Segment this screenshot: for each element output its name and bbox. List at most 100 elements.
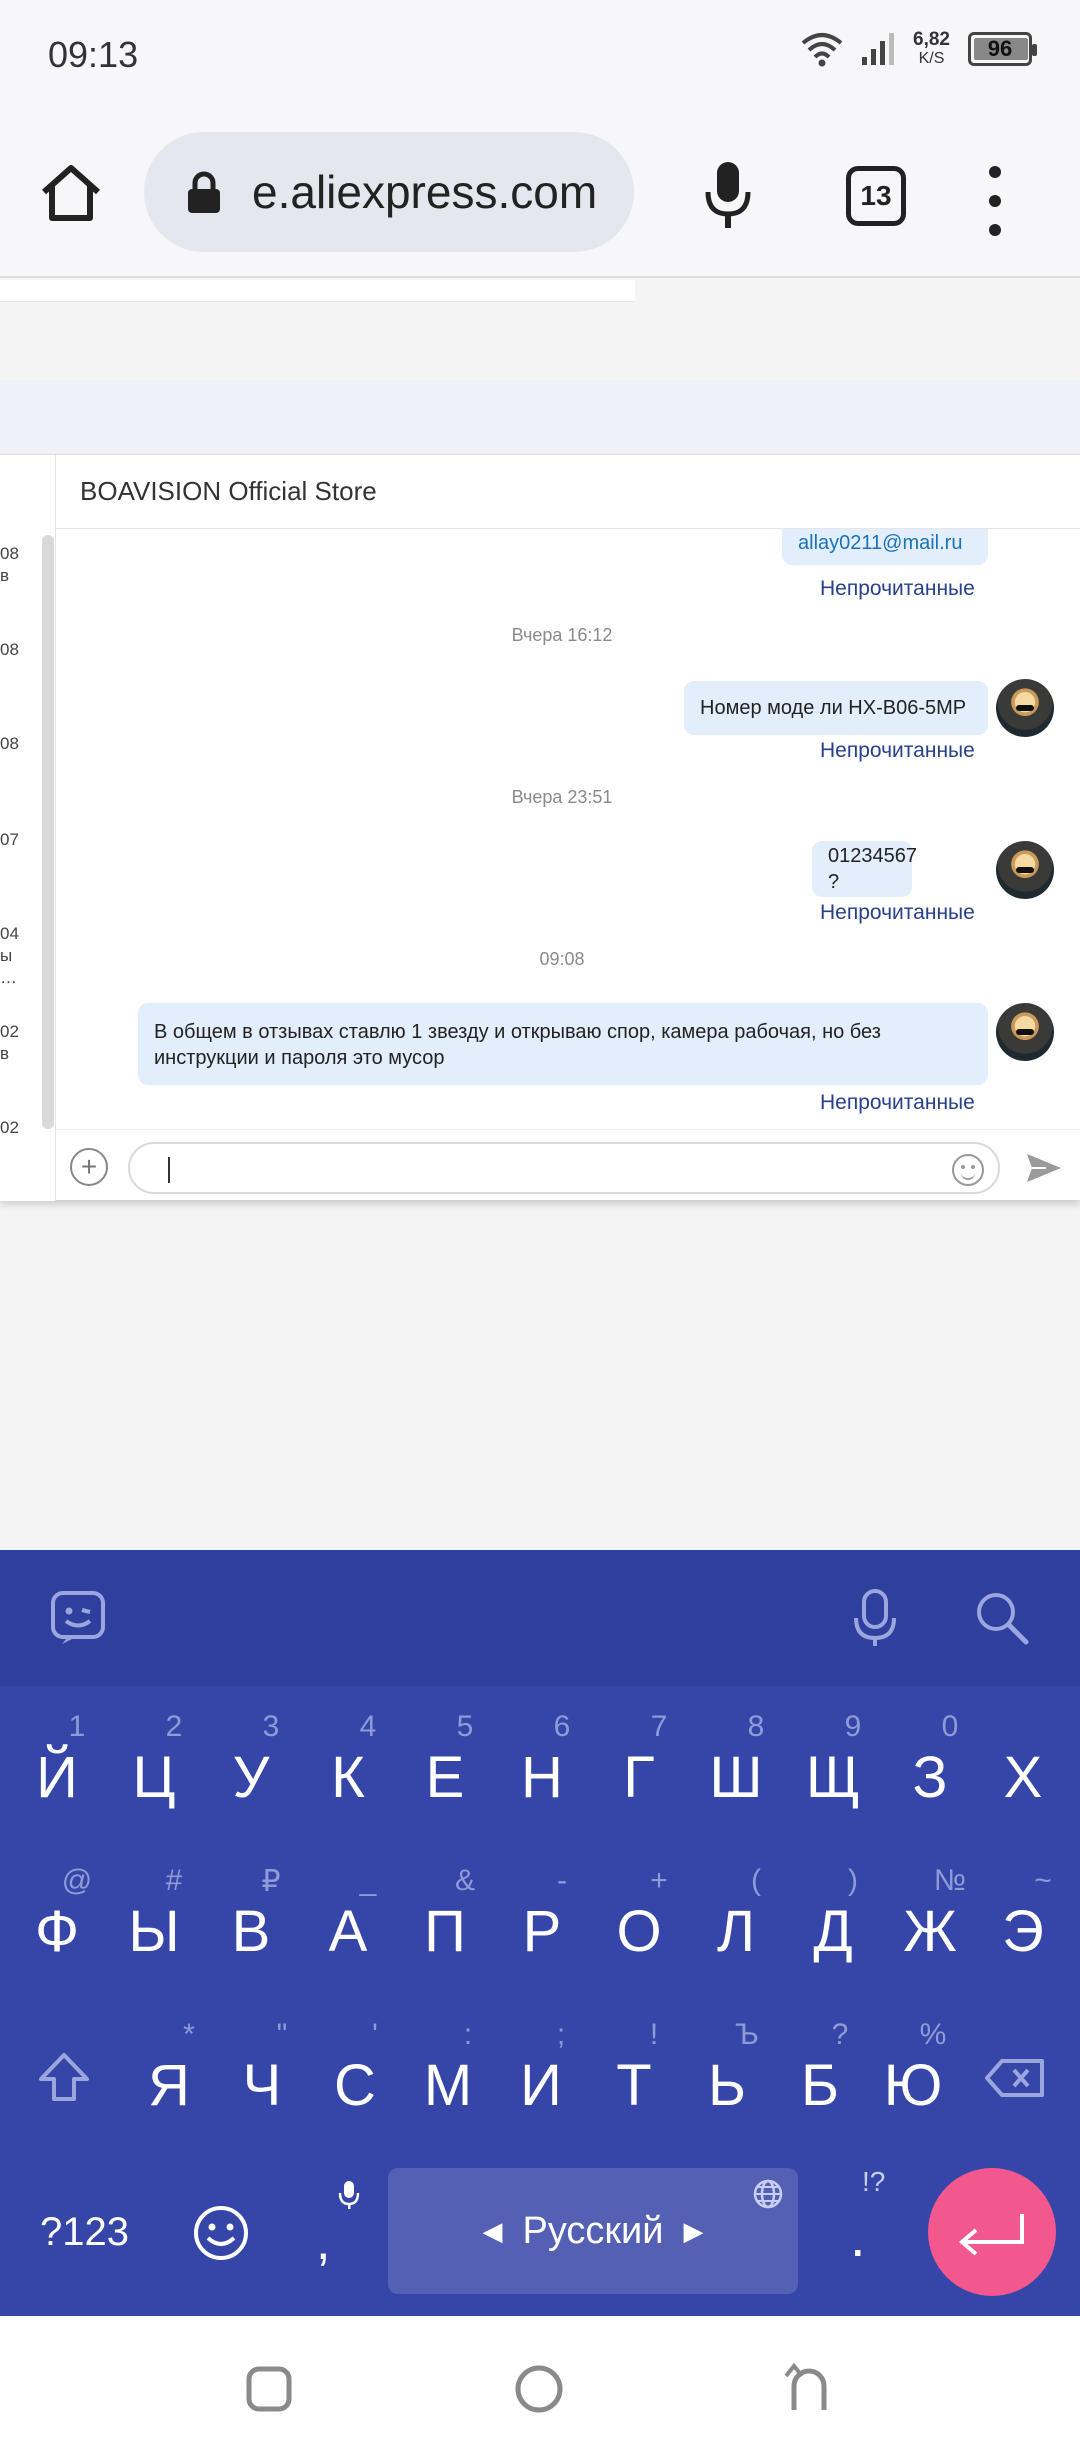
emoji-icon[interactable] <box>952 1154 984 1186</box>
signal-icon <box>862 33 895 65</box>
list-item[interactable]: 04 ы… <box>0 923 19 989</box>
key[interactable]: * Я <box>120 1994 218 2144</box>
key[interactable]: Х <box>974 1686 1072 1836</box>
key[interactable]: ! Т <box>585 1994 683 2144</box>
key[interactable]: # Ы <box>105 1840 203 1990</box>
comma-key[interactable]: , <box>316 2212 330 2272</box>
tabs-icon[interactable]: 13 <box>846 166 906 226</box>
shift-icon[interactable] <box>38 2052 90 2102</box>
list-item[interactable]: 02 в <box>0 1021 19 1065</box>
key[interactable]: ЪЬ <box>678 1994 776 2144</box>
message-input[interactable] <box>128 1142 1000 1194</box>
key[interactable]: ) Д <box>784 1840 882 1990</box>
conversation-list[interactable]: 08 в 08 08 07 04 ы… 02 в 02 <box>0 455 56 1201</box>
battery-icon: 96 <box>968 32 1037 66</box>
key[interactable]: 8Ш <box>687 1686 785 1836</box>
net-speed-unit: K/S <box>918 50 945 67</box>
send-icon[interactable] <box>1024 1148 1064 1188</box>
back-icon[interactable] <box>784 2362 834 2414</box>
home-icon[interactable] <box>38 160 104 226</box>
avatar[interactable] <box>996 1003 1054 1061</box>
sticker-icon[interactable] <box>50 1590 106 1646</box>
key[interactable]: 5Е <box>396 1686 494 1836</box>
key[interactable]: & П <box>396 1840 494 1990</box>
home-circle-icon[interactable] <box>514 2364 564 2414</box>
message-bubble[interactable]: В общем в отзывах ставлю 1 звезду и откр… <box>138 1003 988 1085</box>
key[interactable]: ? Б <box>771 1994 869 2144</box>
key[interactable]: 7Г <box>590 1686 688 1836</box>
mic-icon[interactable] <box>700 160 756 232</box>
lock-icon <box>188 171 220 213</box>
battery-level: 96 <box>987 36 1013 61</box>
list-item[interactable]: 08 <box>0 639 19 661</box>
url-text: e.aliexpress.com <box>252 166 598 218</box>
browser-toolbar: e.aliexpress.com 13 <box>0 110 1080 278</box>
key[interactable]: @ Ф <box>8 1840 106 1990</box>
list-item[interactable]: 02 <box>0 1117 19 1139</box>
key[interactable]: 4К <box>299 1686 397 1836</box>
key[interactable]: № Ж <box>881 1840 979 1990</box>
status-time: 09:13 <box>48 34 139 75</box>
url-bar[interactable]: e.aliexpress.com <box>144 132 634 252</box>
key[interactable]: 3У <box>202 1686 300 1836</box>
key[interactable]: :М <box>399 1994 497 2144</box>
message-list[interactable]: allay0211@mail.ru Непрочитанные Вчера 16… <box>56 529 1080 1129</box>
emoji-key-icon[interactable] <box>192 2204 250 2262</box>
key[interactable]: + О <box>590 1840 688 1990</box>
key[interactable]: _ А <box>299 1840 397 1990</box>
key[interactable]: 1Й <box>8 1686 106 1836</box>
status-icons: 6,82 K/S 96 <box>801 30 1037 68</box>
scrollbar[interactable] <box>42 535 54 1129</box>
key[interactable]: 0З <box>881 1686 979 1836</box>
avatar[interactable] <box>996 841 1054 899</box>
period-sub-label: !? <box>862 2166 886 2197</box>
message-bubble[interactable]: Номер моде ли HX-B06-5MP <box>684 681 988 735</box>
message-bubble[interactable]: allay0211@mail.ru <box>782 529 988 565</box>
symbols-key[interactable]: ?123 <box>40 2210 129 2255</box>
chat-header: BOAVISION Official Store <box>56 455 1080 529</box>
date-separator: Вчера 16:12 <box>511 625 613 645</box>
list-item[interactable]: 07 <box>0 829 19 851</box>
keyboard-toolbar <box>0 1550 1080 1686</box>
key[interactable]: 6Н <box>493 1686 591 1836</box>
more-vert-icon[interactable] <box>980 166 1010 236</box>
key[interactable]: % Ю <box>864 1994 962 2144</box>
read-status: Непрочитанные <box>820 1091 975 1114</box>
backspace-icon[interactable] <box>984 2058 1046 2098</box>
list-item[interactable]: 08 в <box>0 543 19 587</box>
net-speed-value: 6,82 <box>913 29 950 50</box>
date-separator: 09:08 <box>539 949 585 969</box>
page-strip <box>0 280 635 302</box>
key[interactable]: 9Щ <box>784 1686 882 1836</box>
key[interactable]: ~ Э <box>974 1840 1072 1990</box>
key[interactable]: ₽ В <box>202 1840 300 1990</box>
store-name: BOAVISION Official Store <box>80 476 377 506</box>
enter-icon <box>958 2214 1024 2256</box>
navigation-bar <box>0 2316 1080 2460</box>
status-bar: 09:13 6,82 K/S 96 <box>0 0 1080 110</box>
message-bubble[interactable]: 01234567 ? <box>812 841 917 897</box>
key[interactable]: ' С <box>306 1994 404 2144</box>
period-key[interactable]: . <box>850 2204 866 2269</box>
space-bar[interactable]: ◀ Русский ▶ <box>388 2168 798 2294</box>
recents-icon[interactable] <box>246 2366 292 2412</box>
mic-hint-icon <box>338 2181 360 2209</box>
avatar[interactable] <box>996 679 1054 737</box>
key[interactable]: " Ч <box>213 1994 311 2144</box>
key[interactable]: ; И <box>492 1994 590 2144</box>
search-icon[interactable] <box>974 1590 1030 1646</box>
enter-key[interactable] <box>928 2168 1056 2296</box>
globe-icon <box>753 2179 783 2209</box>
read-status: Непрочитанные <box>820 901 975 924</box>
read-status: Непрочитанные <box>820 739 975 762</box>
key[interactable]: (Л <box>687 1840 785 1990</box>
page-band <box>0 380 1080 450</box>
key[interactable]: 2Ц <box>105 1686 203 1836</box>
attach-plus-icon[interactable]: + <box>70 1148 108 1186</box>
list-item[interactable]: 08 <box>0 733 19 755</box>
key[interactable]: -Р <box>493 1840 591 1990</box>
text-caret <box>168 1157 170 1183</box>
voice-input-icon[interactable] <box>850 1588 900 1648</box>
tab-count: 13 <box>860 180 892 211</box>
net-speed: 6,82 K/S <box>913 30 950 68</box>
